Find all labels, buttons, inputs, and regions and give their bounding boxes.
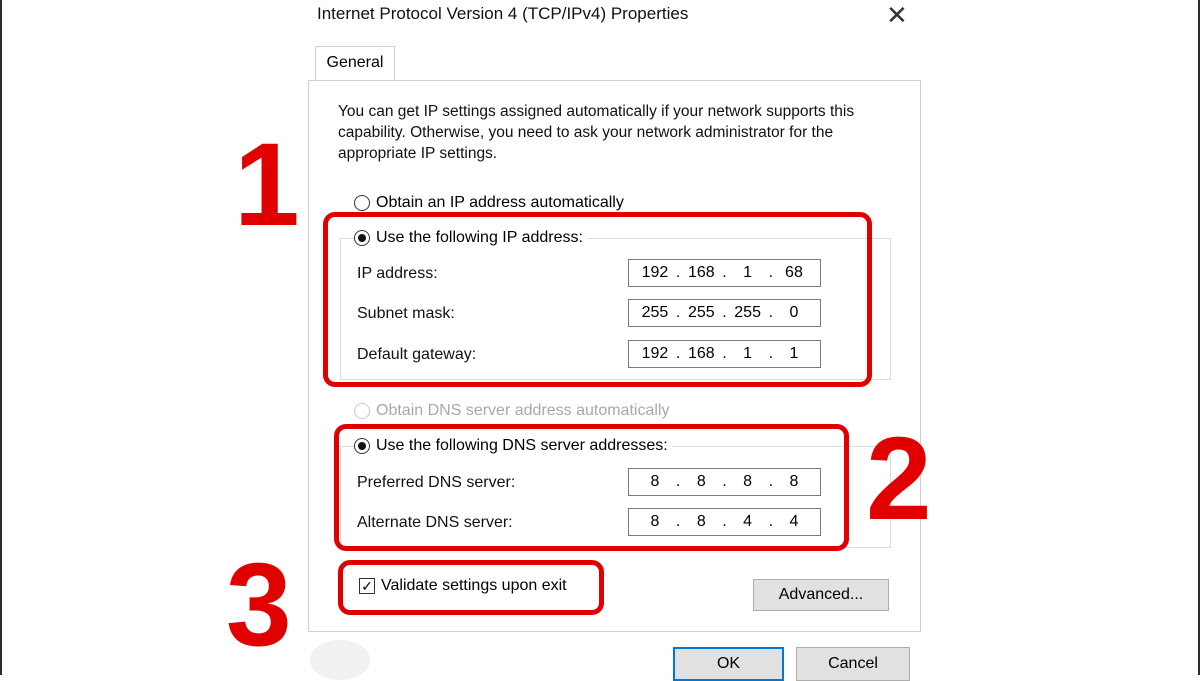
octet-dot: . (675, 513, 681, 530)
radio-checked-icon (354, 438, 370, 454)
alternate-dns-input[interactable]: 8. 8. 4. 4 (628, 508, 821, 536)
annotation-number-3: 3 (226, 539, 292, 671)
octet: 168 (687, 264, 715, 281)
octet-dot: . (675, 304, 681, 321)
octet-dot: . (768, 304, 774, 321)
validate-settings-label: Validate settings upon exit (381, 577, 567, 594)
octet: 68 (785, 264, 803, 281)
octet: 4 (743, 513, 753, 530)
alternate-dns-label: Alternate DNS server: (357, 514, 513, 531)
octet-dot: . (722, 513, 727, 530)
radio-checked-icon (354, 230, 370, 246)
octet-dot: . (768, 473, 774, 490)
octet-dot: . (768, 345, 774, 362)
octet-dot: . (675, 264, 681, 281)
octet: 1 (743, 264, 753, 281)
default-gateway-input[interactable]: 192. 168. 1. 1 (628, 340, 821, 368)
radio-use-following-dns-label: Use the following DNS server addresses: (376, 437, 668, 454)
octet: 8 (650, 513, 660, 530)
annotation-number-2: 2 (866, 413, 932, 545)
ip-address-label: IP address: (357, 265, 438, 282)
octet: 8 (789, 473, 799, 490)
radio-obtain-dns-auto-label: Obtain DNS server address automatically (376, 402, 670, 419)
octet-dot: . (768, 513, 774, 530)
frame-left-edge (0, 0, 2, 675)
subnet-mask-label: Subnet mask: (357, 305, 455, 322)
octet-dot: . (722, 473, 727, 490)
description-text: You can get IP settings assigned automat… (338, 103, 855, 162)
octet: 255 (641, 304, 669, 321)
octet: 168 (687, 345, 715, 362)
octet-dot: . (675, 345, 681, 362)
octet: 4 (789, 513, 799, 530)
validate-settings-checkbox[interactable]: ✓ Validate settings upon exit (359, 577, 567, 595)
radio-disabled-icon (354, 403, 370, 419)
radio-obtain-ip-auto[interactable]: Obtain an IP address automatically (354, 194, 624, 212)
ip-address-input[interactable]: 192. 168. 1. 68 (628, 259, 821, 287)
preferred-dns-input[interactable]: 8. 8. 8. 8 (628, 468, 821, 496)
preferred-dns-label: Preferred DNS server: (357, 474, 516, 491)
radio-use-following-ip-label: Use the following IP address: (376, 229, 583, 246)
subnet-mask-input[interactable]: 255. 255. 255. 0 (628, 299, 821, 327)
ok-button[interactable]: OK (673, 647, 784, 681)
checkmark-icon: ✓ (359, 578, 375, 594)
radio-obtain-dns-auto[interactable]: Obtain DNS server address automatically (354, 402, 669, 420)
annotation-number-1: 1 (234, 119, 300, 251)
octet-dot: . (768, 264, 774, 281)
octet: 8 (650, 473, 660, 490)
default-gateway-label: Default gateway: (357, 346, 477, 363)
octet-dot: . (722, 345, 727, 362)
radio-unchecked-icon (354, 195, 370, 211)
background-smudge (310, 640, 370, 680)
octet: 255 (734, 304, 761, 321)
octet: 255 (687, 304, 715, 321)
octet: 1 (789, 345, 799, 362)
octet: 192 (641, 345, 669, 362)
octet-dot: . (722, 264, 727, 281)
dialog-title: Internet Protocol Version 4 (TCP/IPv4) P… (317, 4, 689, 23)
octet: 8 (743, 473, 753, 490)
radio-obtain-ip-auto-label: Obtain an IP address automatically (376, 194, 624, 211)
octet-dot: . (675, 473, 681, 490)
tab-general[interactable]: General (315, 46, 395, 80)
octet: 192 (641, 264, 669, 281)
radio-use-following-ip[interactable]: Use the following IP address: (354, 229, 587, 247)
octet-dot: . (722, 304, 727, 321)
octet: 1 (743, 345, 753, 362)
radio-use-following-dns[interactable]: Use the following DNS server addresses: (354, 437, 672, 455)
advanced-button[interactable]: Advanced... (753, 579, 889, 611)
close-icon[interactable]: ✕ (886, 2, 908, 28)
cancel-button[interactable]: Cancel (796, 647, 910, 681)
octet: 8 (696, 513, 706, 530)
octet: 0 (789, 304, 799, 321)
octet: 8 (696, 473, 706, 490)
